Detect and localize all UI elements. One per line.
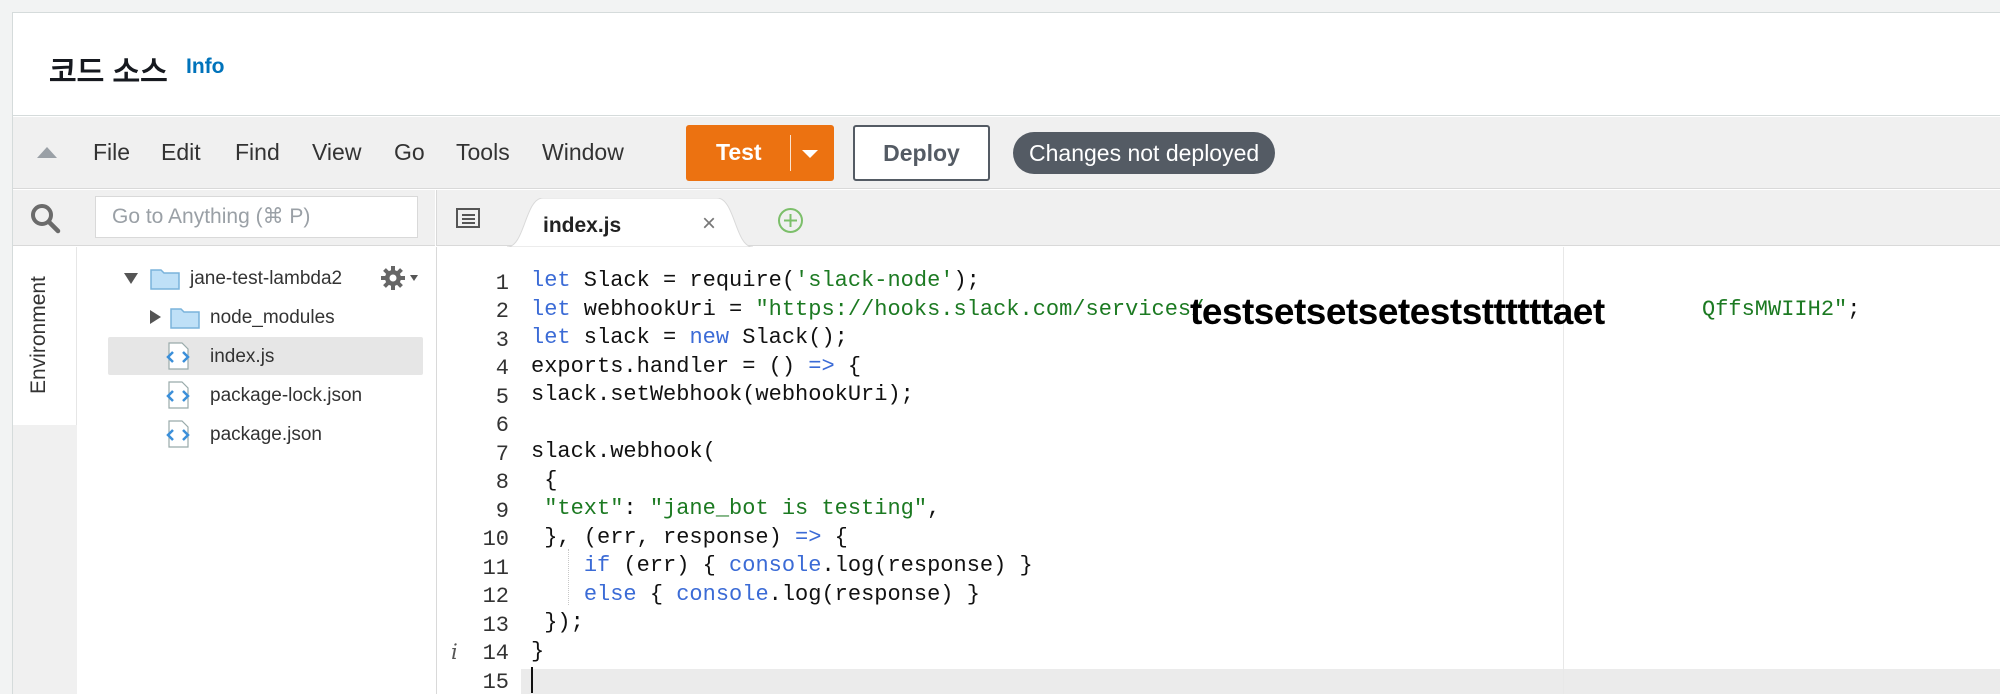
code-line: } xyxy=(531,639,545,664)
line-number: 6 xyxy=(495,413,509,438)
line-number: 8 xyxy=(495,470,509,495)
line-number: 4 xyxy=(495,356,509,381)
menu-find[interactable]: Find xyxy=(235,139,280,166)
panel-header: 코드 소스 Info xyxy=(13,13,2000,116)
code-line-tail: QffsMWIIH2"; xyxy=(1702,297,1861,322)
status-badge: Changes not deployed xyxy=(1013,132,1276,174)
page-title: 코드 소스 xyxy=(49,56,168,89)
tab-index-js-label: index.js xyxy=(543,214,622,237)
line-number: 2 xyxy=(495,299,509,324)
line-number: 13 xyxy=(482,613,509,638)
line-number: 9 xyxy=(495,499,509,524)
line-number: 15 xyxy=(482,670,509,694)
test-button-divider xyxy=(790,135,791,171)
code-line: "text": "jane_bot is testing", xyxy=(544,496,941,521)
tree-item-package-json[interactable]: package.json xyxy=(108,415,423,453)
info-link[interactable]: Info xyxy=(186,55,224,79)
menu-tools[interactable]: Tools xyxy=(456,139,510,166)
code-line: let slack = new Slack(); xyxy=(531,325,848,350)
tab-index-js[interactable]: index.js × xyxy=(507,198,753,247)
tree-item-label: index.js xyxy=(210,346,275,367)
current-line-highlight xyxy=(437,669,2000,694)
info-marker-icon[interactable]: i xyxy=(451,640,458,664)
tree-item-label: jane-test-lambda2 xyxy=(190,268,343,289)
js-file-icon xyxy=(166,381,190,409)
code-line: }, (err, response) => { xyxy=(531,525,848,550)
text-cursor xyxy=(531,667,533,694)
test-button[interactable]: Test xyxy=(686,125,834,181)
tab-environment-label: Environment xyxy=(27,276,50,394)
code-line-cursor xyxy=(531,667,533,694)
expand-down-icon[interactable] xyxy=(124,273,138,284)
line-number: 14 xyxy=(482,641,509,666)
tree-item-label: package-lock.json xyxy=(210,385,363,406)
code-line: { xyxy=(531,468,558,493)
tree-root-folder[interactable]: jane-test-lambda2 xyxy=(108,259,423,297)
code-line: let Slack = require('slack-node'); xyxy=(531,268,980,293)
menu-window[interactable]: Window xyxy=(542,139,624,166)
gear-menu-caret-icon[interactable] xyxy=(410,275,418,281)
tab-list-icon[interactable] xyxy=(455,207,481,229)
menu-view[interactable]: View xyxy=(312,139,361,166)
line-number: 5 xyxy=(495,385,509,410)
go-to-anything-input[interactable] xyxy=(95,196,418,238)
file-tree: jane-test-lambda2 node_modules index.js … xyxy=(78,247,435,694)
test-button-label: Test xyxy=(716,139,762,165)
folder-icon xyxy=(170,308,200,329)
environment-rail: Environment xyxy=(13,247,77,694)
line-number: 1 xyxy=(495,271,509,296)
search-icon[interactable] xyxy=(29,202,61,234)
menu-go[interactable]: Go xyxy=(394,139,425,166)
deploy-button[interactable]: Deploy xyxy=(853,125,990,181)
tab-environment[interactable]: Environment xyxy=(13,247,77,425)
expand-right-icon[interactable] xyxy=(150,310,161,324)
overlay-text: testsetsetseteststtttttaet xyxy=(1190,291,1605,332)
folder-icon xyxy=(150,269,180,290)
code-line: let webhookUri = "https://hooks.slack.co… xyxy=(531,297,1205,322)
chevron-down-icon[interactable] xyxy=(802,150,818,158)
ide-menubar: File Edit Find View Go Tools Window Test… xyxy=(13,117,2000,189)
line-number: 11 xyxy=(482,556,509,581)
tree-item-index-js[interactable]: index.js xyxy=(108,337,423,375)
editor-tab-bar: index.js × xyxy=(436,190,2000,247)
code-line: slack.webhook( xyxy=(531,439,716,464)
line-number: 7 xyxy=(495,442,509,467)
gear-icon[interactable] xyxy=(380,265,406,291)
code-line: slack.setWebhook(webhookUri); xyxy=(531,382,914,407)
line-number: 3 xyxy=(495,328,509,353)
tree-item-label: package.json xyxy=(210,424,322,445)
code-line: if (err) { console.log(response) } xyxy=(583,553,1033,578)
tree-item-label: node_modules xyxy=(210,307,335,328)
lambda-code-source-panel: 코드 소스 Info File Edit Find View Go Tools … xyxy=(12,12,2000,694)
js-file-icon xyxy=(166,342,190,370)
code-line: else { console.log(response) } xyxy=(583,582,980,607)
line-number: 10 xyxy=(482,527,509,552)
tree-item-node-modules[interactable]: node_modules xyxy=(108,298,423,336)
line-number: 12 xyxy=(482,584,509,609)
js-file-icon xyxy=(166,420,190,448)
menu-edit[interactable]: Edit xyxy=(161,139,201,166)
menu-file[interactable]: File xyxy=(93,139,130,166)
code-line: exports.handler = () => { xyxy=(531,354,862,379)
tree-item-package-lock-json[interactable]: package-lock.json xyxy=(108,376,423,414)
search-bar xyxy=(13,190,435,246)
add-tab-icon[interactable] xyxy=(777,207,804,234)
code-line: }); xyxy=(531,610,584,635)
close-icon[interactable]: × xyxy=(702,210,716,238)
collapse-up-icon[interactable] xyxy=(37,147,57,158)
